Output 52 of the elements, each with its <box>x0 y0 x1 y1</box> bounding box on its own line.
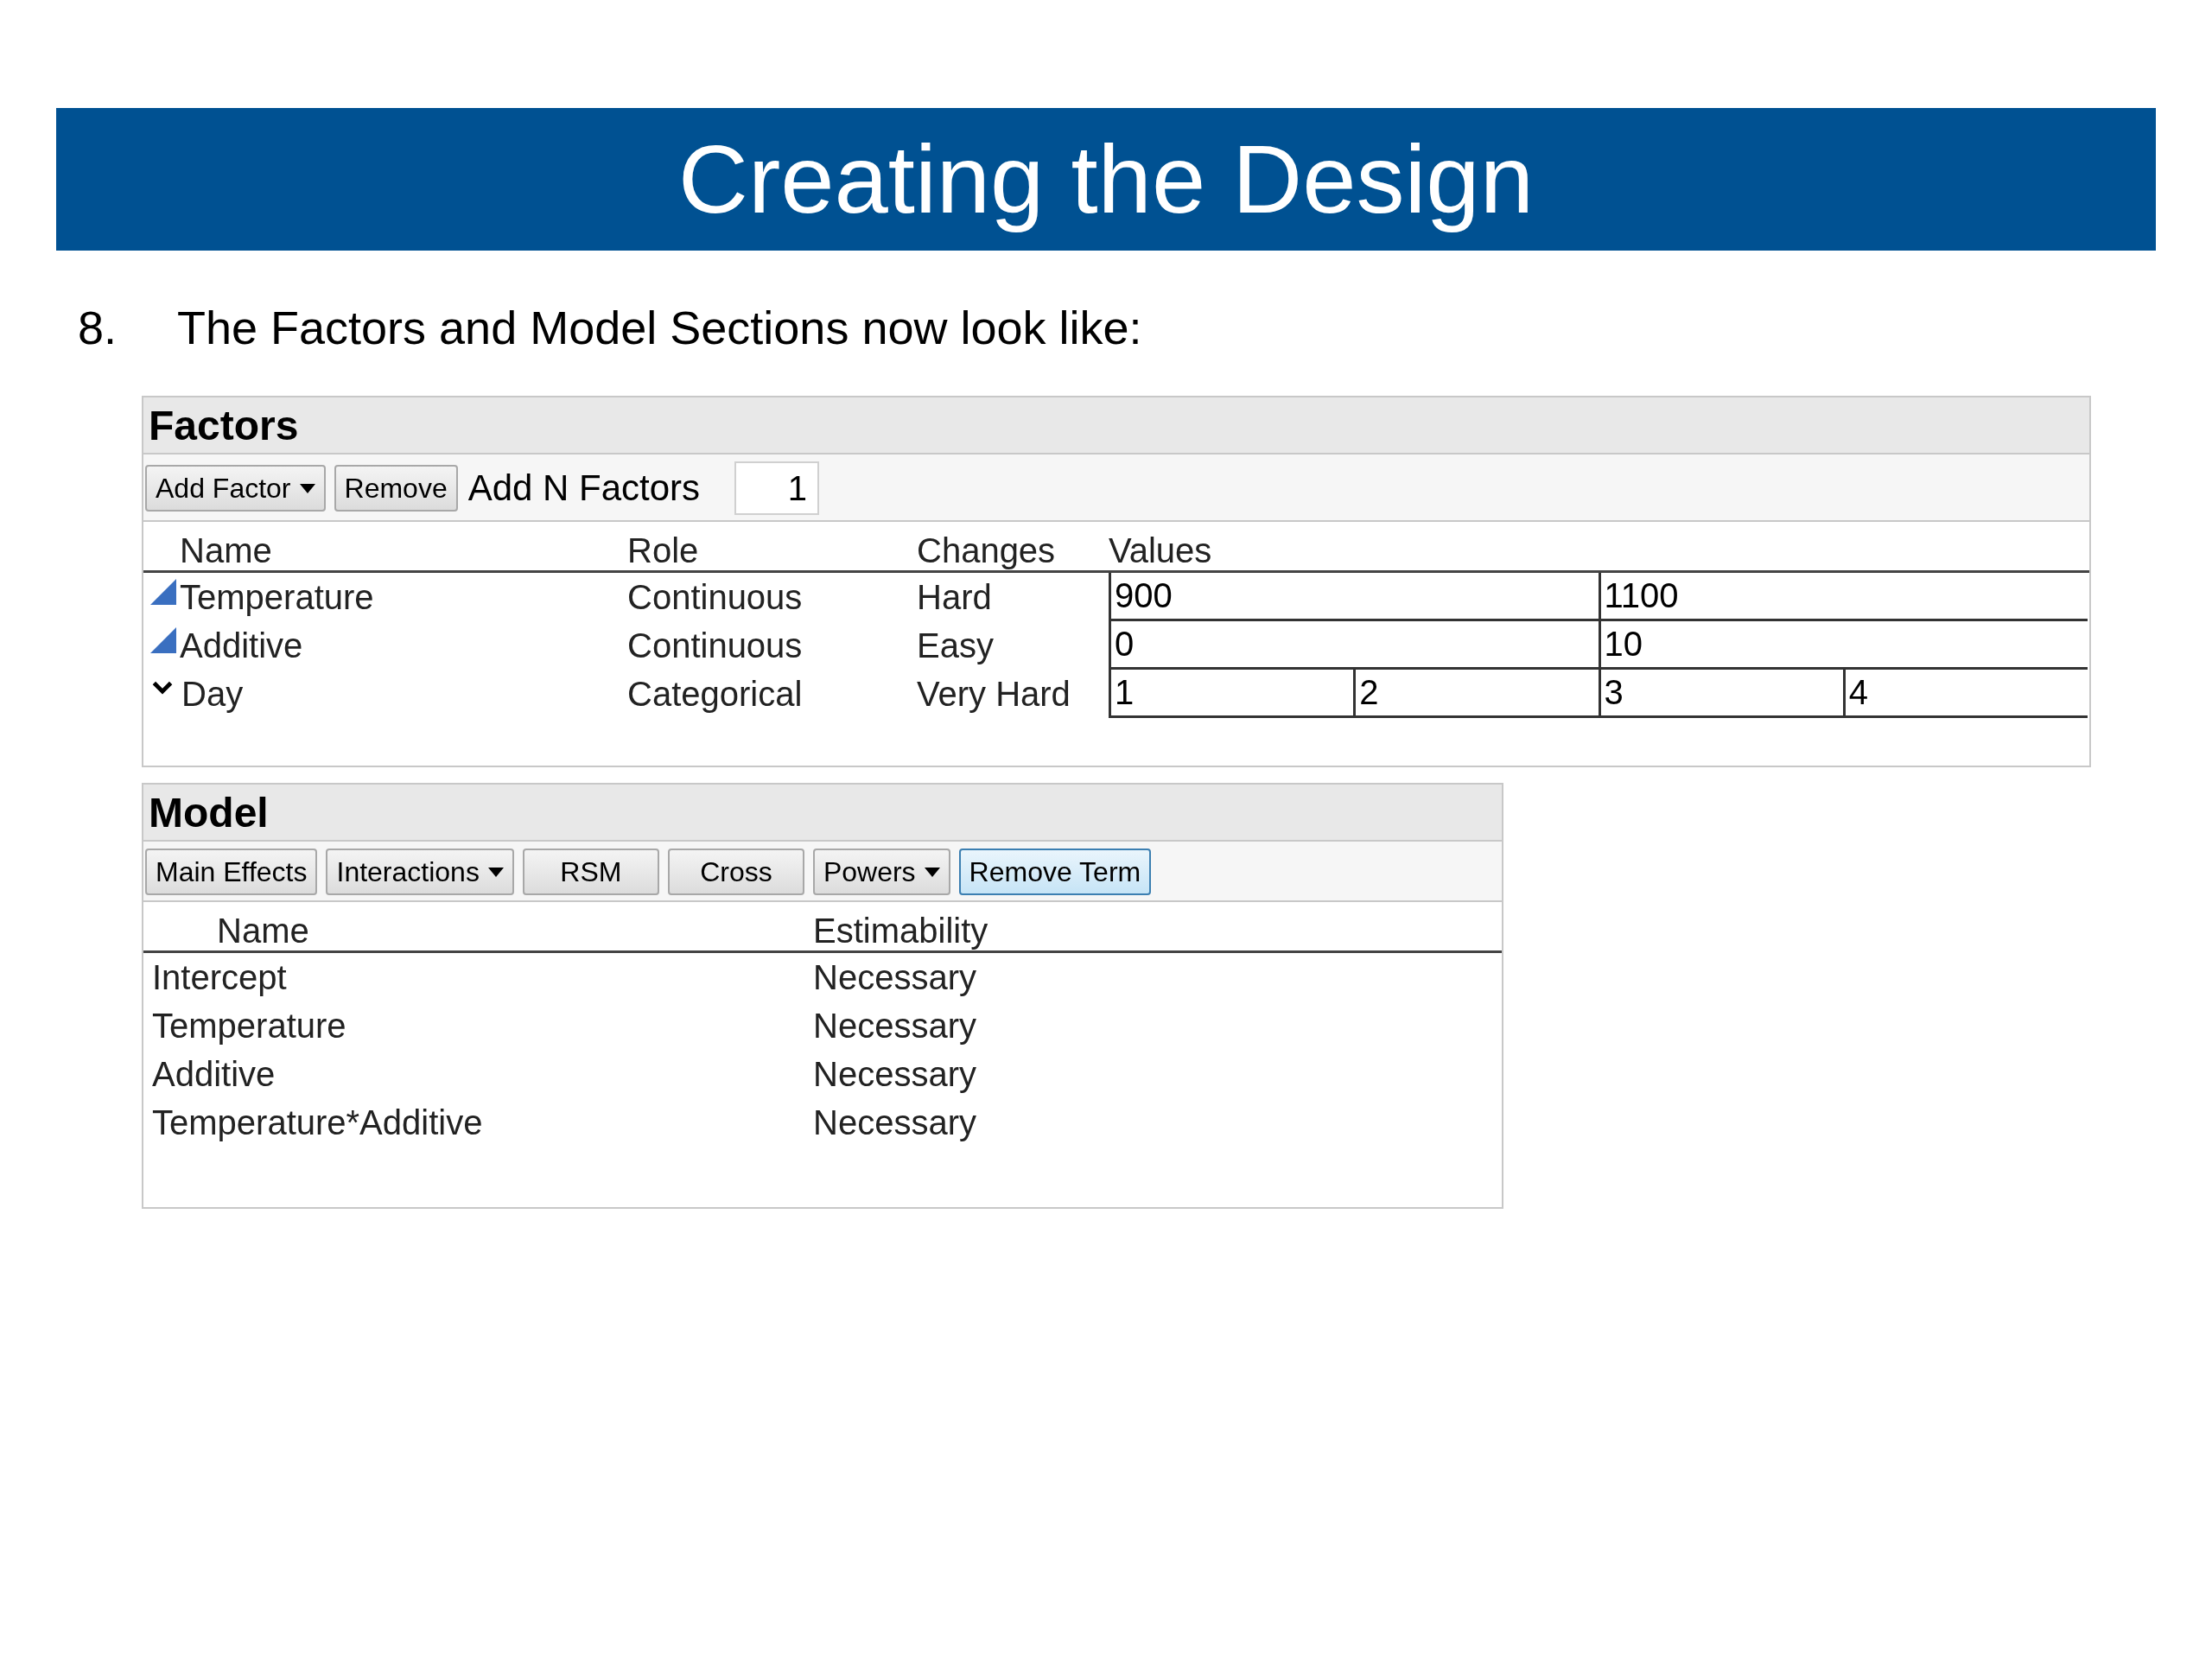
factor-name: Day <box>181 674 244 714</box>
factor-name: Temperature <box>180 577 374 617</box>
table-cell-text: Intercept <box>151 957 288 997</box>
table-cell-text: Categorical <box>627 674 804 714</box>
step-number: 8. <box>78 301 118 354</box>
column-header: Estimability <box>813 912 989 950</box>
table-cell-text: Necessary <box>813 1103 977 1142</box>
table-cell-text: Temperature*Additive <box>151 1103 484 1142</box>
caret-icon <box>299 483 315 493</box>
slide-title: Creating the Design <box>678 124 1534 235</box>
value-field[interactable]: 2 <box>1356 670 1601 715</box>
table-cell-text: Additive <box>151 1054 276 1094</box>
toolbar-button[interactable]: Cross <box>667 849 804 895</box>
toolbar-button[interactable]: Main Effects <box>145 849 318 895</box>
panel-title: Model <box>149 788 269 836</box>
panel-title: Factors <box>149 401 299 449</box>
toolbar-button[interactable]: Add Factor <box>145 465 326 512</box>
column-header: Values <box>1109 531 1213 570</box>
column-header: Role <box>627 531 700 570</box>
value-field[interactable]: 1 <box>1111 670 1357 715</box>
triangle-icon <box>150 627 176 653</box>
table-cell-text: Temperature <box>151 1006 347 1046</box>
value-field[interactable]: 4 <box>1845 670 2088 715</box>
column-header: Name <box>216 912 310 950</box>
step-text: The Factors and Model Sections now look like: <box>177 301 1142 354</box>
table-cell-text: Very Hard <box>917 674 1071 714</box>
number-field[interactable]: 1 <box>734 461 820 515</box>
table-cell-text: Necessary <box>813 957 977 997</box>
value-field[interactable]: 0 <box>1111 621 1601 667</box>
toolbar-button[interactable]: Remove Term <box>958 849 1152 895</box>
value-field[interactable]: 3 <box>1600 670 1846 715</box>
chevron-icon <box>152 680 173 696</box>
toolbar-button[interactable]: Interactions <box>326 849 514 895</box>
table-cell-text: Easy <box>917 626 995 665</box>
value-field[interactable]: 900 <box>1111 573 1601 619</box>
column-header: Name <box>179 531 273 570</box>
toolbar-button[interactable]: Remove <box>334 465 458 512</box>
table-cell-text: Necessary <box>813 1054 977 1094</box>
caret-icon <box>924 867 940 877</box>
caret-icon <box>487 867 504 877</box>
table-cell-text: Continuous <box>627 577 804 617</box>
table-cell-text: Hard <box>917 577 993 617</box>
toolbar-button[interactable]: RSM <box>522 849 659 895</box>
table-cell-text: Necessary <box>813 1006 977 1046</box>
toolbar-button[interactable]: Powers <box>812 849 950 895</box>
value-field[interactable]: 10 <box>1600 621 2088 667</box>
value-field[interactable]: 1100 <box>1600 573 2088 619</box>
table-cell-text: Continuous <box>627 626 804 665</box>
factor-name: Additive <box>180 626 303 665</box>
triangle-icon <box>150 579 176 605</box>
add-n-label: Add N Factors <box>467 467 701 509</box>
column-header: Changes <box>917 531 1057 570</box>
